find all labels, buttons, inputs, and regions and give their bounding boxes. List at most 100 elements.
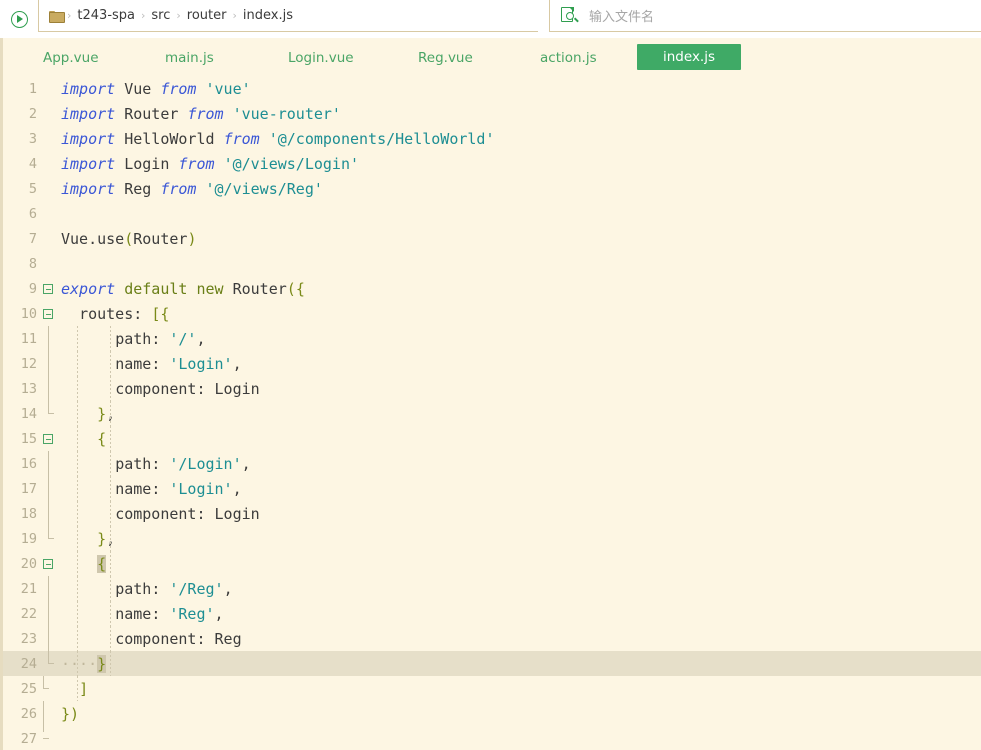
fold-gutter[interactable] — [39, 251, 57, 276]
code-line[interactable]: 17 name: 'Login', — [3, 476, 981, 501]
code-line[interactable]: 25 ] — [3, 676, 981, 701]
fold-gutter[interactable] — [39, 276, 57, 301]
code-text[interactable]: import Login from '@/views/Login' — [57, 151, 981, 176]
code-line[interactable]: 22 name: 'Reg', — [3, 601, 981, 626]
fold-gutter[interactable] — [39, 501, 57, 526]
code-text[interactable]: import HelloWorld from '@/components/Hel… — [57, 126, 981, 151]
code-line[interactable]: 4 import Login from '@/views/Login' — [3, 151, 981, 176]
code-line[interactable]: 21 path: '/Reg', — [3, 576, 981, 601]
code-text[interactable]: ····} — [57, 651, 981, 676]
code-text[interactable]: component: Reg — [57, 626, 981, 651]
code-line[interactable]: 8 — [3, 251, 981, 276]
code-line[interactable]: 27 — [3, 726, 981, 750]
file-search-bar[interactable]: 输入文件名 — [549, 0, 981, 32]
search-input[interactable]: 输入文件名 — [589, 6, 654, 25]
code-text[interactable]: ] — [57, 676, 981, 701]
code-editor[interactable]: 1 import Vue from 'vue' 2 import Router fro… — [0, 76, 981, 750]
code-text[interactable]: path: '/Reg', — [57, 576, 981, 601]
fold-gutter[interactable] — [39, 651, 57, 676]
code-text[interactable]: name: 'Login', — [57, 476, 981, 501]
code-text[interactable]: export default new Router({ — [57, 276, 981, 301]
code-text[interactable]: }) — [57, 701, 981, 726]
code-line[interactable]: 6 — [3, 201, 981, 226]
code-line[interactable]: 3 import HelloWorld from '@/components/He… — [3, 126, 981, 151]
fold-gutter[interactable] — [39, 701, 57, 726]
code-text[interactable] — [57, 251, 981, 276]
code-text[interactable]: import Router from 'vue-router' — [57, 101, 981, 126]
fold-gutter[interactable] — [39, 151, 57, 176]
fold-gutter[interactable] — [39, 351, 57, 376]
code-text[interactable]: component: Login — [57, 501, 981, 526]
fold-gutter[interactable] — [39, 601, 57, 626]
fold-gutter[interactable] — [39, 201, 57, 226]
code-line[interactable]: 5 import Reg from '@/views/Reg' — [3, 176, 981, 201]
code-text[interactable] — [57, 201, 981, 226]
code-line[interactable]: 20 { — [3, 551, 981, 576]
fold-gutter[interactable] — [39, 326, 57, 351]
code-text[interactable] — [57, 726, 981, 750]
code-text[interactable]: path: '/Login', — [57, 451, 981, 476]
code-text[interactable]: { — [57, 426, 981, 451]
code-text[interactable]: }, — [57, 401, 981, 426]
code-text[interactable]: }, — [57, 526, 981, 551]
code-text[interactable]: import Reg from '@/views/Reg' — [57, 176, 981, 201]
fold-gutter[interactable] — [39, 176, 57, 201]
code-line[interactable]: 1 import Vue from 'vue' — [3, 76, 981, 101]
code-line[interactable]: 19 }, — [3, 526, 981, 551]
tab-action-js[interactable]: action.js — [530, 46, 607, 70]
code-text[interactable]: path: '/', — [57, 326, 981, 351]
fold-gutter[interactable] — [39, 76, 57, 101]
code-line[interactable]: 24 ····} — [3, 651, 981, 676]
fold-collapse-icon[interactable] — [43, 433, 53, 444]
fold-gutter[interactable] — [39, 301, 57, 326]
find-file-icon[interactable] — [561, 7, 579, 24]
code-line[interactable]: 18 component: Login — [3, 501, 981, 526]
code-line[interactable]: 2 import Router from 'vue-router' — [3, 101, 981, 126]
code-line[interactable]: 26}) — [3, 701, 981, 726]
run-button[interactable] — [0, 0, 38, 38]
code-text[interactable]: Vue.use(Router) — [57, 226, 981, 251]
fold-gutter[interactable] — [39, 626, 57, 651]
code-text[interactable]: name: 'Login', — [57, 351, 981, 376]
fold-gutter[interactable] — [39, 526, 57, 551]
code-text[interactable]: component: Login — [57, 376, 981, 401]
fold-gutter[interactable] — [39, 726, 57, 750]
code-line[interactable]: 23 component: Reg — [3, 626, 981, 651]
code-text[interactable]: routes: [{ — [57, 301, 981, 326]
breadcrumb-item-src[interactable]: src — [146, 8, 175, 23]
code-text[interactable]: name: 'Reg', — [57, 601, 981, 626]
tab-login-vue[interactable]: Login.vue — [278, 46, 364, 70]
fold-collapse-icon[interactable] — [43, 283, 53, 294]
fold-gutter[interactable] — [39, 476, 57, 501]
fold-collapse-icon[interactable] — [43, 308, 53, 319]
tab-index-js[interactable]: index.js — [637, 44, 742, 70]
fold-gutter[interactable] — [39, 226, 57, 251]
fold-gutter[interactable] — [39, 551, 57, 576]
fold-gutter[interactable] — [39, 376, 57, 401]
code-line[interactable]: 9 export default new Router({ — [3, 276, 981, 301]
fold-gutter[interactable] — [39, 401, 57, 426]
code-line[interactable]: 16 path: '/Login', — [3, 451, 981, 476]
folder-icon[interactable] — [49, 10, 65, 23]
tab-app-vue[interactable]: App.vue — [33, 46, 109, 70]
code-line[interactable]: 7 Vue.use(Router) — [3, 226, 981, 251]
code-line[interactable]: 12 name: 'Login', — [3, 351, 981, 376]
code-line[interactable]: 13 component: Login — [3, 376, 981, 401]
fold-gutter[interactable] — [39, 426, 57, 451]
breadcrumb-item-project[interactable]: t243-spa — [72, 8, 140, 23]
fold-gutter[interactable] — [39, 101, 57, 126]
fold-gutter[interactable] — [39, 451, 57, 476]
breadcrumb-item-file[interactable]: index.js — [238, 8, 298, 23]
tab-reg-vue[interactable]: Reg.vue — [408, 46, 483, 70]
code-line[interactable]: 10 routes: [{ — [3, 301, 981, 326]
fold-collapse-icon[interactable] — [43, 558, 53, 569]
code-line[interactable]: 11 path: '/', — [3, 326, 981, 351]
code-line[interactable]: 15 { — [3, 426, 981, 451]
fold-gutter[interactable] — [39, 126, 57, 151]
code-line[interactable]: 14 }, — [3, 401, 981, 426]
tab-main-js[interactable]: main.js — [155, 46, 224, 70]
fold-gutter[interactable] — [39, 676, 57, 701]
code-text[interactable]: import Vue from 'vue' — [57, 76, 981, 101]
breadcrumb-item-router[interactable]: router — [182, 8, 232, 23]
code-text[interactable]: { — [57, 551, 981, 576]
